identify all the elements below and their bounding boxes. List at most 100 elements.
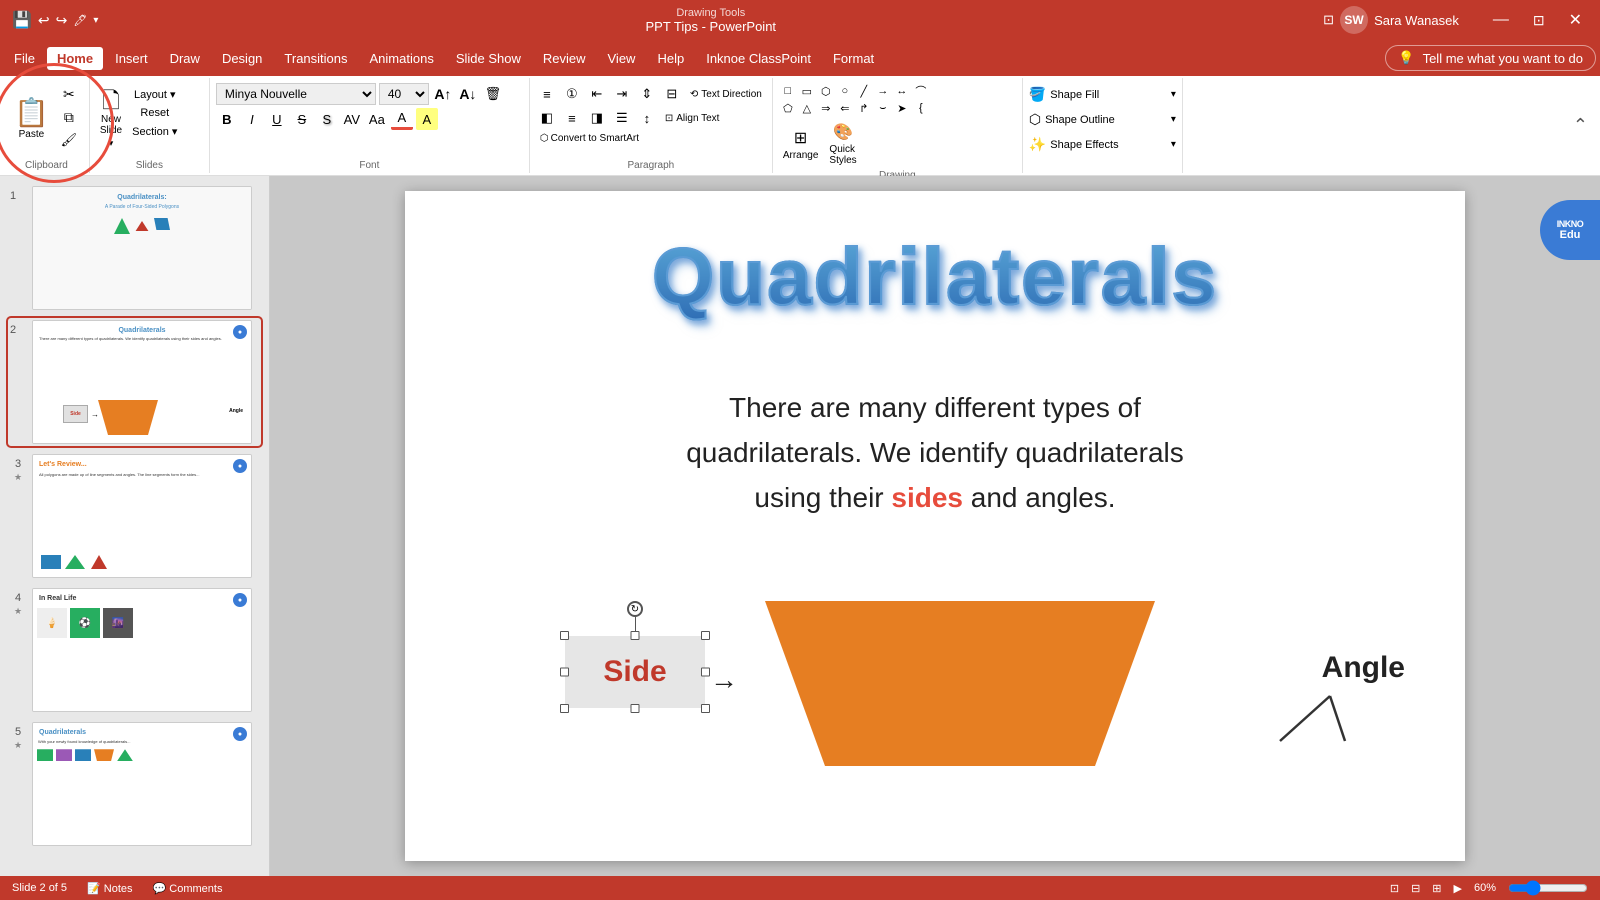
shape-rounded-rect[interactable]: ▭ xyxy=(798,83,816,99)
text-direction-button[interactable]: ⟲Text Direction xyxy=(686,87,766,102)
menu-draw[interactable]: Draw xyxy=(160,47,210,70)
handle-mr[interactable] xyxy=(701,668,710,677)
underline-button[interactable]: U xyxy=(266,108,288,130)
clear-format-button[interactable]: 🗑 xyxy=(482,83,504,105)
col-spacing-button[interactable]: ⇕ xyxy=(636,83,658,105)
shape-block-arrow[interactable]: ➤ xyxy=(893,100,911,116)
shape-ltarrow[interactable]: ⇐ xyxy=(836,100,854,116)
layout-button[interactable]: Layout ▾ xyxy=(128,86,181,103)
bullets-button[interactable]: ≡ xyxy=(536,83,558,105)
align-left-button[interactable]: ◧ xyxy=(536,107,558,129)
undo-icon[interactable]: ↩ xyxy=(38,12,50,29)
increase-indent-button[interactable]: ⇥ xyxy=(611,83,633,105)
shape-arrow[interactable]: → xyxy=(874,83,892,99)
handle-ml[interactable] xyxy=(560,668,569,677)
bold-button[interactable]: B xyxy=(216,108,238,130)
shape-connector[interactable]: ⌒ xyxy=(912,83,930,99)
shape-circle[interactable]: ○ xyxy=(836,83,854,99)
shadow-button[interactable]: S xyxy=(316,108,338,130)
align-center-button[interactable]: ≡ xyxy=(561,107,583,129)
convert-smartart-button[interactable]: ⬡Convert to SmartArt xyxy=(536,131,643,146)
tell-me-box[interactable]: 💡 Tell me what you want to do xyxy=(1385,45,1596,71)
user-avatar[interactable]: SW xyxy=(1340,6,1368,34)
shape-line[interactable]: ╱ xyxy=(855,83,873,99)
font-color-button[interactable]: A xyxy=(391,108,413,130)
window-controls[interactable]: ⊡ SW Sara Wanasek — ⊡ ✕ xyxy=(1323,6,1588,34)
customize-icon[interactable]: 🖊 xyxy=(73,14,87,27)
align-text-button[interactable]: ⊡Align Text xyxy=(661,111,724,126)
menu-insert[interactable]: Insert xyxy=(105,47,158,70)
inknoe-classpoint-badge[interactable]: INKNO Edu xyxy=(1540,200,1600,260)
highlight-button[interactable]: A xyxy=(416,108,438,130)
menu-animations[interactable]: Animations xyxy=(360,47,444,70)
reading-view-button[interactable]: ⊞ xyxy=(1432,882,1441,895)
trapezoid-shape[interactable] xyxy=(745,596,1175,771)
menu-design[interactable]: Design xyxy=(212,47,272,70)
restore-icon[interactable]: ⊡ xyxy=(1527,12,1551,29)
shape-rect[interactable]: □ xyxy=(779,83,797,99)
slide-thumb-1[interactable]: 1 Quadrilaterals: A Parade of Four-Sided… xyxy=(8,184,261,312)
comments-button[interactable]: 💬 Comments xyxy=(153,882,223,895)
reset-button[interactable]: Reset xyxy=(128,105,181,121)
shape-bend-arrow[interactable]: ↱ xyxy=(855,100,873,116)
save-icon[interactable]: 💾 xyxy=(12,10,32,30)
shape-brace[interactable]: { xyxy=(912,100,930,116)
slide-title[interactable]: Quadrilaterals xyxy=(435,231,1435,323)
shape-effects-button[interactable]: ✨ Shape Effects ▾ xyxy=(1029,134,1176,155)
menu-file[interactable]: File xyxy=(4,47,45,70)
menu-transitions[interactable]: Transitions xyxy=(274,47,357,70)
font-size-select[interactable]: 40 xyxy=(379,83,429,105)
handle-tr[interactable] xyxy=(701,631,710,640)
menu-review[interactable]: Review xyxy=(533,47,596,70)
format-painter-button[interactable]: 🖌 xyxy=(55,130,83,150)
handle-bc[interactable] xyxy=(631,704,640,713)
slide-thumb-3[interactable]: 3★ ● Let's Review... All polygons are ma… xyxy=(8,452,261,580)
menu-help[interactable]: Help xyxy=(647,47,694,70)
zoom-slider[interactable] xyxy=(1508,880,1588,896)
menu-view[interactable]: View xyxy=(598,47,646,70)
handle-br[interactable] xyxy=(701,704,710,713)
menu-format[interactable]: Format xyxy=(823,47,884,70)
shape-triangle[interactable]: △ xyxy=(798,100,816,116)
menu-home[interactable]: Home xyxy=(47,47,103,70)
menu-inknoe[interactable]: Inknoe ClassPoint xyxy=(696,47,821,70)
shape-dbl-arrow[interactable]: ↔ xyxy=(893,83,911,99)
fill-dropdown-icon[interactable]: ▾ xyxy=(1171,89,1176,100)
slide-thumb-5[interactable]: 5★ ● Quadrilaterals With your newly foun… xyxy=(8,720,261,848)
font-shrink-button[interactable]: A↓ xyxy=(457,83,479,105)
change-case-button[interactable]: Aa xyxy=(366,108,388,130)
canvas-area[interactable]: Quadrilaterals There are many different … xyxy=(270,176,1600,876)
section-button[interactable]: Section ▾ xyxy=(128,123,181,140)
line-spacing-button[interactable]: ↕ xyxy=(636,107,658,129)
shape-curve[interactable]: ⌣ xyxy=(874,100,892,116)
new-slide-button[interactable]: 🗋 NewSlide ▾ xyxy=(96,84,126,154)
presentation-button[interactable]: ▶ xyxy=(1454,882,1462,895)
italic-button[interactable]: I xyxy=(241,108,263,130)
font-family-select[interactable]: Minya Nouvelle xyxy=(216,83,376,105)
shape-rtarrow[interactable]: ⇒ xyxy=(817,100,835,116)
outline-dropdown-icon[interactable]: ▾ xyxy=(1171,114,1176,125)
shape-snip[interactable]: ⬡ xyxy=(817,83,835,99)
quick-styles-button[interactable]: 🎨 QuickStyles xyxy=(825,120,860,168)
rotate-handle-container[interactable]: ↻ xyxy=(627,601,643,631)
selected-textbox[interactable]: ↻ Side xyxy=(565,636,705,708)
align-right-button[interactable]: ◨ xyxy=(586,107,608,129)
char-spacing-button[interactable]: AV xyxy=(341,108,363,130)
paste-button[interactable]: 📋 Paste xyxy=(10,84,53,154)
arrange-button[interactable]: ⊞ Arrange xyxy=(779,126,823,163)
close-icon[interactable]: ✕ xyxy=(1563,10,1588,30)
columns-button[interactable]: ⊟ xyxy=(661,83,683,105)
justify-button[interactable]: ☰ xyxy=(611,107,633,129)
handle-tl[interactable] xyxy=(560,631,569,640)
slide-thumb-2[interactable]: 2 ● Quadrilaterals There are many differ… xyxy=(8,318,261,446)
ribbon-expand-button[interactable]: ⌃ xyxy=(1573,115,1588,136)
rotate-handle[interactable]: ↻ xyxy=(627,601,643,617)
quick-access-toolbar[interactable]: 💾 ↩ ↪ 🖊 ▾ xyxy=(12,10,98,30)
handle-tc[interactable] xyxy=(631,631,640,640)
redo-icon[interactable]: ↪ xyxy=(56,12,68,29)
notes-button[interactable]: 📝 Notes xyxy=(87,882,133,895)
handle-bl[interactable] xyxy=(560,704,569,713)
font-grow-button[interactable]: A↑ xyxy=(432,83,454,105)
shape-outline-button[interactable]: ⬡ Shape Outline ▾ xyxy=(1029,109,1176,130)
decrease-indent-button[interactable]: ⇤ xyxy=(586,83,608,105)
